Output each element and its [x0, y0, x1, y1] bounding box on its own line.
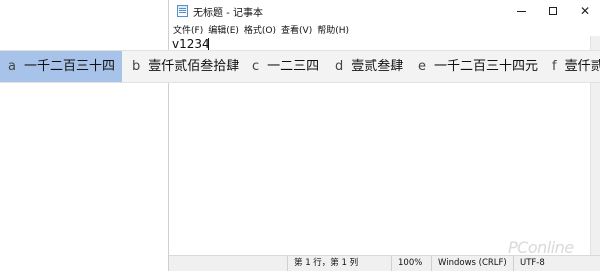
ime-candidate-b[interactable]: b 壹仟贰佰叁拾肆 — [124, 51, 247, 82]
status-zoom: 100% — [391, 256, 431, 271]
ime-candidate-bar: a 一千二百三十四 b 壹仟贰佰叁拾肆 c 一二三四 d 壹贰叁肆 e 一千二百三十四元 … — [0, 50, 600, 83]
editor-content[interactable]: v1234 — [172, 37, 210, 51]
ime-candidate-f[interactable]: f 壹仟贰 — [544, 51, 600, 82]
candidate-text: 壹仟贰 — [564, 59, 600, 74]
menu-file[interactable]: 文件(F) — [173, 23, 203, 36]
candidate-key: d — [335, 59, 344, 74]
candidate-key: b — [132, 59, 141, 74]
menu-help[interactable]: 帮助(H) — [317, 23, 349, 36]
maximize-icon — [549, 7, 557, 15]
notepad-icon — [177, 5, 188, 17]
candidate-text: 一千二百三十四元 — [434, 59, 539, 74]
ime-candidate-a[interactable]: a 一千二百三十四 — [0, 51, 122, 82]
status-line-ending: Windows (CRLF) — [431, 256, 513, 271]
status-encoding: UTF-8 — [513, 256, 600, 271]
menu-format[interactable]: 格式(O) — [244, 23, 276, 36]
close-button[interactable]: ✕ — [569, 0, 600, 22]
close-icon: ✕ — [579, 4, 591, 18]
candidate-key: f — [552, 59, 557, 74]
status-cursor-position: 第 1 行，第 1 列 — [287, 256, 391, 271]
minimize-icon — [516, 10, 526, 12]
status-bar: 第 1 行，第 1 列 100% Windows (CRLF) UTF-8 — [169, 255, 600, 271]
ime-candidate-d[interactable]: d 壹贰叁肆 — [327, 51, 411, 82]
notepad-window: 无标题 - 记事本 ✕ 文件(F) 编辑(E) 格式(O) 查看(V) 帮助(H… — [168, 0, 600, 271]
candidate-key: a — [8, 59, 16, 74]
maximize-button[interactable] — [537, 0, 569, 22]
menu-bar: 文件(F) 编辑(E) 格式(O) 查看(V) 帮助(H) — [169, 22, 600, 36]
minimize-button[interactable] — [505, 0, 537, 22]
candidate-text: 壹仟贰佰叁拾肆 — [148, 59, 240, 74]
candidate-text: 一千二百三十四 — [23, 59, 115, 74]
watermark-logo: PConline — [508, 238, 574, 257]
candidate-key: e — [418, 59, 426, 74]
ime-candidate-e[interactable]: e 一千二百三十四元 — [410, 51, 546, 82]
desktop-screen: 无标题 - 记事本 ✕ 文件(F) 编辑(E) 格式(O) 查看(V) 帮助(H… — [0, 0, 600, 271]
menu-edit[interactable]: 编辑(E) — [208, 23, 239, 36]
ime-candidate-c[interactable]: c 一二三四 — [244, 51, 327, 82]
menu-view[interactable]: 查看(V) — [281, 23, 312, 36]
candidate-text: 一二三四 — [267, 59, 320, 74]
candidate-text: 壹贰叁肆 — [351, 59, 404, 74]
window-title: 无标题 - 记事本 — [193, 8, 263, 19]
candidate-key: c — [252, 59, 260, 74]
title-bar[interactable]: 无标题 - 记事本 ✕ — [169, 0, 600, 22]
